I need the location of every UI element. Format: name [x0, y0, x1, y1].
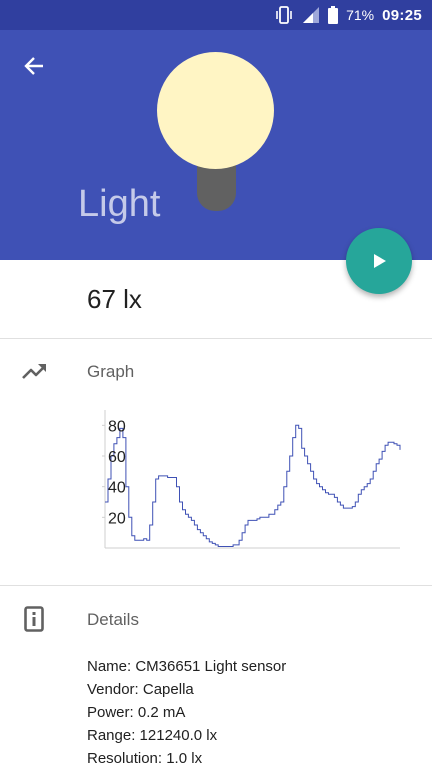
details-list: Name: CM36651 Light sensor Vendor: Capel… [87, 655, 286, 770]
detail-name: Name: CM36651 Light sensor [87, 658, 287, 675]
status-icons: 71% 09:25 [274, 0, 422, 30]
page-title: Light [78, 183, 161, 225]
reading-row: 67 lx [0, 260, 432, 339]
clock: 09:25 [382, 6, 422, 24]
light-bulb-illustration [157, 52, 274, 169]
status-bar: 71% 09:25 [0, 0, 432, 30]
battery-icon [328, 6, 339, 24]
detail-resolution: Resolution: 1.0 lx [87, 750, 203, 767]
light-graph: 80 60 40 20 [102, 410, 401, 549]
detail-range: Range: 121240.0 lx [87, 727, 218, 744]
arrow-back-icon [24, 57, 43, 75]
series-line-0 [105, 424, 401, 547]
detail-vendor: Vendor: Capella [87, 681, 194, 698]
back-button[interactable] [14, 46, 54, 86]
y-tick-label: 80 [108, 418, 126, 435]
graph-label: Graph [87, 362, 135, 381]
sensor-header: Light [0, 30, 432, 260]
details-label: Details [87, 610, 139, 629]
sensor-value: 67 lx [87, 284, 142, 314]
vibrate-icon [274, 6, 294, 24]
y-tick-label: 60 [108, 449, 126, 466]
trending-up-icon [22, 364, 46, 379]
y-tick-label: 20 [108, 510, 126, 527]
y-tick-label: 40 [108, 480, 126, 497]
info-device-icon [24, 606, 44, 632]
battery-percent: 71% [346, 7, 375, 23]
section-divider [0, 585, 432, 586]
signal-icon [302, 6, 320, 24]
detail-power: Power: 0.2 mA [87, 704, 186, 721]
